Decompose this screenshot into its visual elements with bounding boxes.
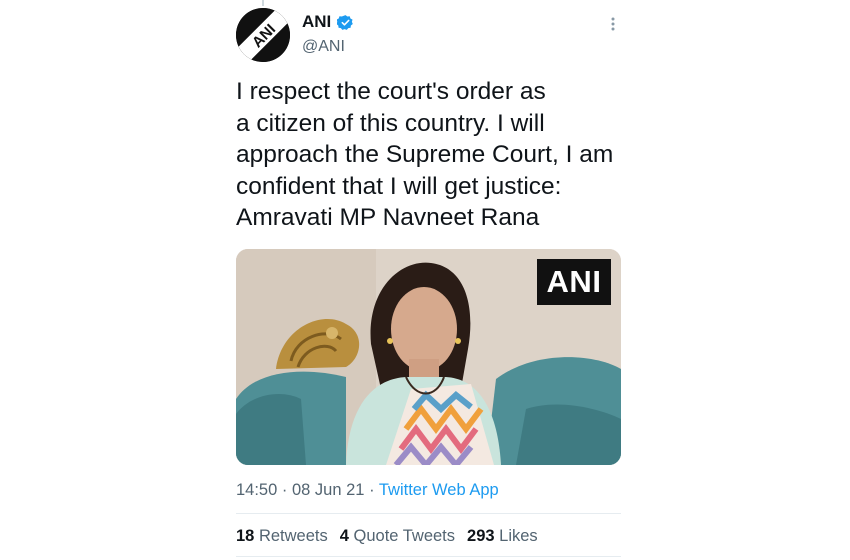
divider-top: [236, 513, 621, 514]
divider-bottom: [236, 556, 621, 557]
thread-connector-line: [262, 0, 264, 6]
quote-tweets-count: 4: [339, 527, 349, 545]
likes-label: Likes: [499, 527, 538, 545]
avatar[interactable]: ANI: [236, 8, 290, 62]
tweet-metadata: 14:50 · 08 Jun 21 · Twitter Web App: [236, 481, 499, 500]
retweets-label: Retweets: [258, 527, 328, 545]
likes-stat[interactable]: 293 Likes: [467, 527, 538, 546]
meta-separator: ·: [281, 481, 288, 499]
meta-separator-2: ·: [369, 481, 375, 499]
tweet-media-image[interactable]: ANI: [236, 249, 621, 465]
likes-count: 293: [467, 527, 495, 545]
quote-tweets-label: Quote Tweets: [353, 527, 456, 545]
author-name[interactable]: ANI: [302, 12, 331, 32]
retweets-count: 18: [236, 527, 255, 545]
verified-badge-icon: [336, 14, 354, 31]
author-handle[interactable]: @ANI: [302, 38, 345, 56]
author-name-row: ANI: [302, 12, 354, 32]
quote-tweets-stat[interactable]: 4 Quote Tweets: [340, 527, 455, 546]
ani-logo-icon: ANI: [236, 8, 290, 62]
tweet-source-link[interactable]: Twitter Web App: [379, 481, 499, 499]
tweet-time[interactable]: 14:50: [236, 481, 277, 499]
tweet-date[interactable]: 08 Jun 21: [292, 481, 364, 499]
retweets-stat[interactable]: 18 Retweets: [236, 527, 328, 546]
media-watermark: ANI: [537, 259, 611, 305]
tweet-detail-view: ANI ANI @ANI I respect the court's order…: [0, 0, 850, 560]
more-vertical-icon[interactable]: [606, 15, 620, 33]
tweet-text: I respect the court's order as a citizen…: [236, 78, 614, 231]
engagement-stats: 18 Retweets 4 Quote Tweets 293 Likes: [236, 527, 538, 546]
